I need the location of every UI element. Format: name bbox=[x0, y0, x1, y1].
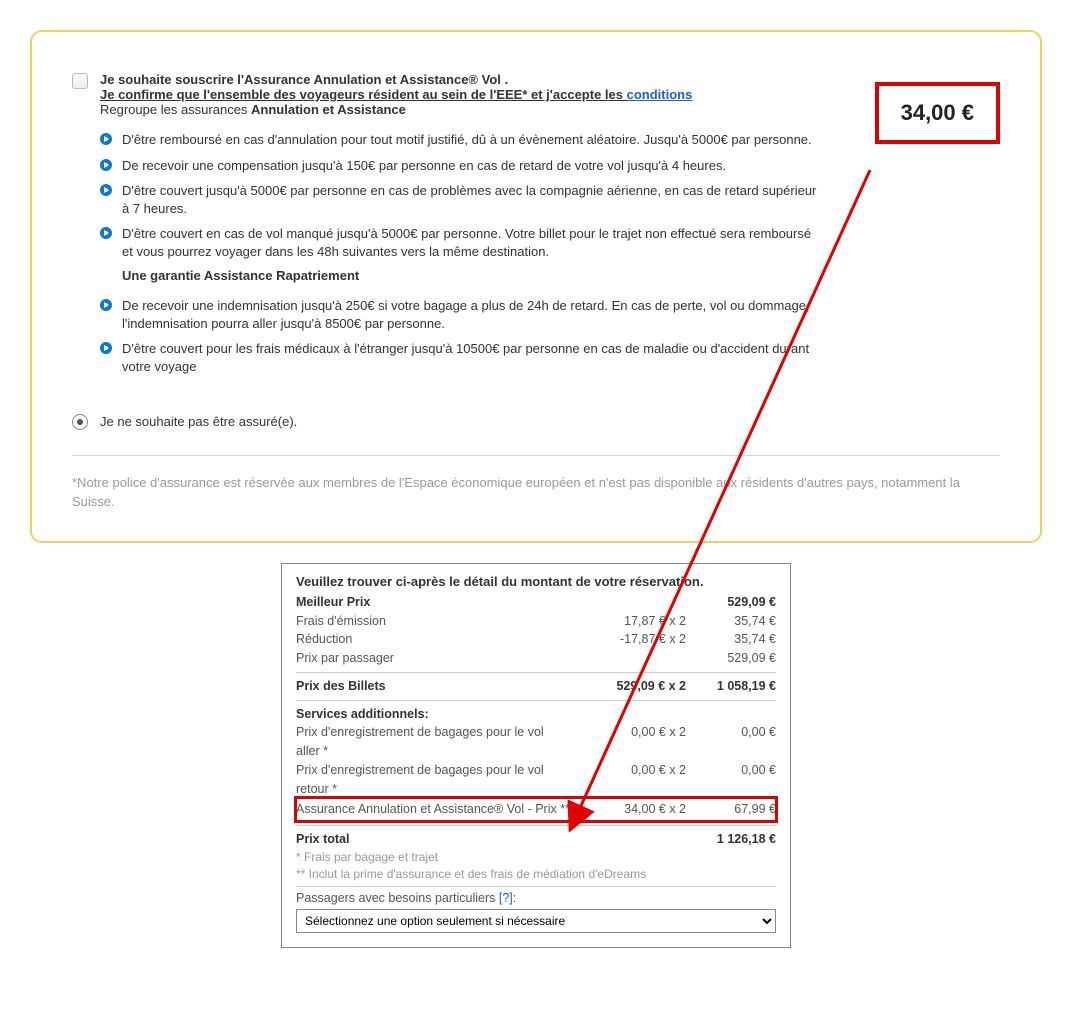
price-summary-panel: Veuillez trouver ci-après le détail du m… bbox=[281, 563, 791, 949]
insurance-decline-option[interactable]: Je ne souhaite pas être assuré(e). bbox=[72, 413, 1000, 430]
passenger-needs-select[interactable]: Sélectionnez une option seulement si néc… bbox=[296, 909, 776, 933]
insurance-subtitle: Regroupe les assurances Annulation et As… bbox=[100, 102, 1000, 117]
checkbox-icon[interactable] bbox=[72, 73, 88, 89]
insurance-bullet: D'être couvert jusqu'à 5000€ par personn… bbox=[100, 182, 822, 217]
insurance-bullet: D'être couvert en cas de vol manqué jusq… bbox=[100, 225, 822, 260]
insurance-bullet: De recevoir une compensation jusqu'à 150… bbox=[100, 157, 822, 175]
insurance-bullet: De recevoir une indemnisation jusqu'à 25… bbox=[100, 297, 822, 332]
row-per-passenger: Prix par passager 529,09 € bbox=[296, 649, 776, 668]
help-icon[interactable]: [?] bbox=[499, 891, 513, 905]
insurance-decline-label: Je ne souhaite pas être assuré(e). bbox=[100, 414, 297, 429]
row-tickets-price: Prix des Billets 529,09 € x 2 1 058,19 € bbox=[296, 677, 776, 696]
insurance-confirm-line: Je confirme que l'ensemble des voyageurs… bbox=[100, 87, 1000, 102]
insurance-title: Je souhaite souscrire l'Assurance Annula… bbox=[100, 72, 1000, 87]
radio-selected-icon[interactable] bbox=[72, 414, 88, 430]
insurance-accept-option[interactable]: Je souhaite souscrire l'Assurance Annula… bbox=[72, 72, 1000, 383]
passenger-needs-label: Passagers avec besoins particuliers [?]: bbox=[296, 891, 776, 905]
conditions-link[interactable]: conditions bbox=[627, 87, 693, 102]
row-baggage-outbound: Prix d'enregistrement de bagages pour le… bbox=[296, 723, 776, 761]
insurance-price: 34,00 € bbox=[901, 100, 974, 125]
insurance-bullets-1: D'être remboursé en cas d'annulation pou… bbox=[100, 131, 1000, 260]
row-best-price: Meilleur Prix 529,09 € bbox=[296, 593, 776, 612]
insurance-bullet: D'être couvert pour les frais médicaux à… bbox=[100, 340, 822, 375]
summary-note-2: ** Inclut la prime d'assurance et des fr… bbox=[296, 866, 776, 883]
summary-title: Veuillez trouver ci-après le détail du m… bbox=[296, 574, 776, 589]
summary-note-1: * Frais par bagage et trajet bbox=[296, 849, 776, 866]
row-total: Prix total 1 126,18 € bbox=[296, 830, 776, 849]
insurance-bullet: D'être remboursé en cas d'annulation pou… bbox=[100, 131, 822, 149]
insurance-panel: 34,00 € Je souhaite souscrire l'Assuranc… bbox=[30, 30, 1042, 543]
row-baggage-return: Prix d'enregistrement de bagages pour le… bbox=[296, 761, 776, 799]
row-insurance-highlight: Assurance Annulation et Assistance® Vol … bbox=[296, 798, 776, 821]
row-emission: Frais d'émission 17,87 € x 2 35,74 € bbox=[296, 612, 776, 631]
row-additional-services: Services additionnels: bbox=[296, 705, 776, 724]
insurance-sub-guarantee: Une garantie Assistance Rapatriement bbox=[100, 268, 1000, 283]
insurance-bullets-2: De recevoir une indemnisation jusqu'à 25… bbox=[100, 297, 1000, 375]
insurance-accept-body: Je souhaite souscrire l'Assurance Annula… bbox=[100, 72, 1000, 383]
insurance-price-highlight: 34,00 € bbox=[875, 82, 1000, 144]
insurance-footnote: *Notre police d'assurance est réservée a… bbox=[72, 455, 1000, 510]
row-reduction: Réduction -17,87 € x 2 35,74 € bbox=[296, 630, 776, 649]
